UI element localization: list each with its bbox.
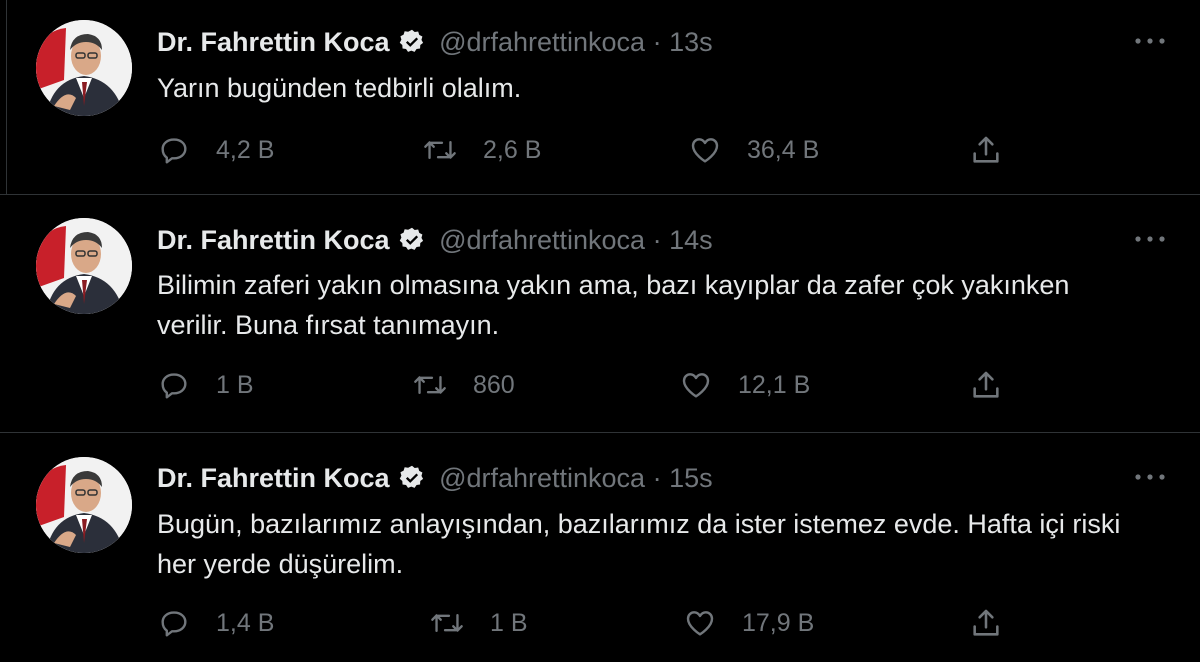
timestamp[interactable]: 14s	[669, 225, 713, 255]
tweet-actions: 4,2 B 2,6 B 36,4 B	[0, 130, 1200, 170]
tweet-header: Dr. Fahrettin Koca @drfahrettinkoca · 15…	[157, 462, 713, 499]
share-icon[interactable]	[969, 368, 1003, 407]
retweet-button[interactable]: 2,6 B	[423, 134, 541, 166]
tweet-text: Bugün, bazılarımız anlayışından, bazılar…	[157, 509, 1121, 579]
reply-icon	[158, 607, 190, 639]
heart-icon	[684, 607, 716, 639]
retweet-button[interactable]: 1 B	[430, 607, 528, 639]
tweet[interactable]: Dr. Fahrettin Koca @drfahrettinkoca · 14…	[0, 195, 1200, 432]
retweet-icon	[413, 369, 447, 401]
separator-dot: ·	[652, 225, 662, 255]
retweet-button[interactable]: 860	[413, 369, 515, 401]
reply-count: 1 B	[216, 370, 254, 399]
verified-badge-icon	[398, 28, 426, 63]
retweet-icon	[430, 607, 464, 639]
tweet-text: Bilimin zaferi yakın olmasına yakın ama,…	[157, 270, 1070, 340]
like-button[interactable]: 36,4 B	[689, 134, 819, 166]
avatar[interactable]	[36, 20, 132, 116]
retweet-icon	[423, 134, 457, 166]
author-handle[interactable]: @drfahrettinkoca	[439, 27, 645, 57]
author-name[interactable]: Dr. Fahrettin Koca	[157, 27, 390, 57]
like-count: 12,1 B	[738, 370, 811, 399]
like-button[interactable]: 12,1 B	[680, 369, 810, 401]
verified-badge-icon	[398, 464, 426, 499]
author-name[interactable]: Dr. Fahrettin Koca	[157, 225, 390, 255]
reply-icon	[158, 369, 190, 401]
tweet-actions: 1,4 B 1 B 17,9 B	[0, 607, 1200, 647]
author-name[interactable]: Dr. Fahrettin Koca	[157, 463, 390, 493]
avatar[interactable]	[36, 218, 132, 314]
timestamp[interactable]: 13s	[669, 27, 713, 57]
reply-count: 4,2 B	[216, 135, 275, 164]
more-icon[interactable]	[1132, 29, 1168, 53]
retweet-count: 1 B	[490, 608, 528, 637]
more-icon[interactable]	[1132, 465, 1168, 489]
share-icon[interactable]	[969, 133, 1003, 172]
reply-button[interactable]: 1 B	[158, 369, 254, 401]
retweet-count: 2,6 B	[483, 135, 542, 164]
tweet-text: Yarın bugünden tedbirli olalım.	[157, 73, 522, 103]
separator-dot: ·	[652, 463, 662, 493]
author-handle[interactable]: @drfahrettinkoca	[439, 225, 645, 255]
tweet[interactable]: Dr. Fahrettin Koca @drfahrettinkoca · 15…	[0, 433, 1200, 662]
author-handle[interactable]: @drfahrettinkoca	[439, 463, 645, 493]
tweet-actions: 1 B 860 12,1 B	[0, 369, 1200, 409]
reply-count: 1,4 B	[216, 608, 275, 637]
verified-badge-icon	[398, 226, 426, 261]
tweet[interactable]: Dr. Fahrettin Koca @drfahrettinkoca · 13…	[0, 0, 1200, 194]
more-icon[interactable]	[1132, 227, 1168, 251]
reply-icon	[158, 134, 190, 166]
share-icon[interactable]	[969, 606, 1003, 645]
heart-icon	[680, 369, 712, 401]
retweet-count: 860	[473, 370, 515, 399]
heart-icon	[689, 134, 721, 166]
reply-button[interactable]: 1,4 B	[158, 607, 274, 639]
timestamp[interactable]: 15s	[669, 463, 713, 493]
like-count: 36,4 B	[747, 135, 820, 164]
avatar[interactable]	[36, 457, 132, 553]
tweet-header: Dr. Fahrettin Koca @drfahrettinkoca · 14…	[157, 224, 713, 261]
like-button[interactable]: 17,9 B	[684, 607, 814, 639]
reply-button[interactable]: 4,2 B	[158, 134, 274, 166]
like-count: 17,9 B	[742, 608, 815, 637]
separator-dot: ·	[652, 27, 662, 57]
tweet-header: Dr. Fahrettin Koca @drfahrettinkoca · 13…	[157, 26, 713, 63]
